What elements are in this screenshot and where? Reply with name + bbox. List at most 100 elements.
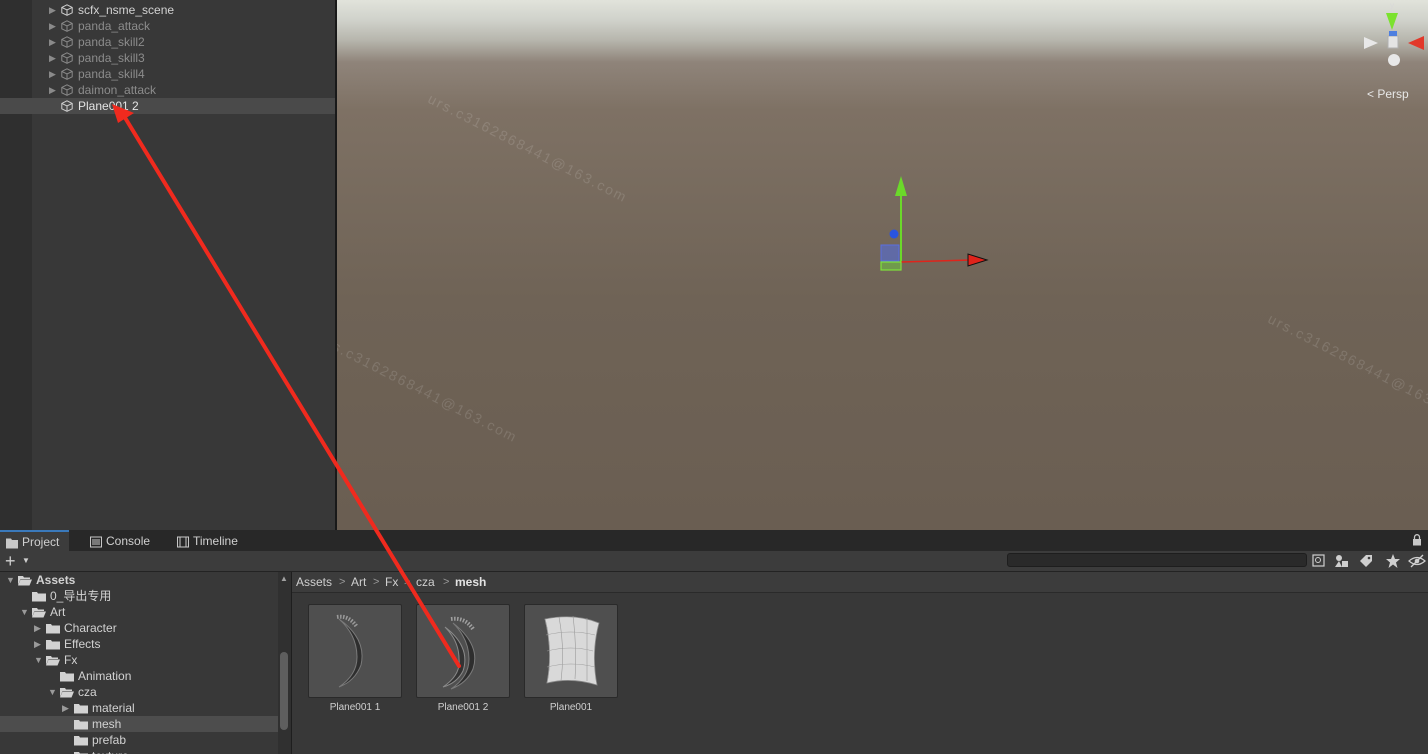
x-axis-arrow[interactable] [967, 253, 989, 267]
tree-item-label: texture [92, 748, 129, 754]
search-by-type-icon[interactable] [1310, 553, 1328, 569]
asset-thumbnail[interactable] [308, 604, 402, 698]
folder-icon [46, 624, 60, 634]
expand-arrow-icon[interactable]: ▶ [49, 50, 56, 66]
gizmo-neg-y-cone[interactable] [1388, 54, 1400, 66]
breadcrumb-item[interactable]: mesh [455, 572, 486, 592]
add-asset-button[interactable]: + [5, 552, 16, 570]
bottom-tab-bar: Project Console Timeline [0, 530, 1428, 553]
gizmo-y-label: y [1390, 1, 1394, 10]
console-icon [90, 536, 102, 547]
folder-tree: ▼ Assets 0_导出专用 ▼ Art ▶ Character ▶ Effects ▼ Fx An… [0, 572, 278, 754]
expand-arrow-icon[interactable]: ▶ [49, 2, 56, 18]
tree-item[interactable]: 0_导出专用 [0, 588, 278, 604]
tree-item[interactable]: mesh [0, 716, 278, 732]
folder-open-icon [32, 608, 46, 618]
plane-handle-xy[interactable] [880, 261, 902, 271]
hierarchy-item[interactable]: ▶ scfx_nsme_scene [0, 2, 335, 18]
hierarchy-item[interactable]: Plane001 2 [0, 98, 335, 114]
tree-item[interactable]: ▶ Effects [0, 636, 278, 652]
breadcrumb-item[interactable]: Art [351, 572, 366, 592]
expand-arrow-icon[interactable]: ▶ [49, 34, 56, 50]
breadcrumb-item[interactable]: Assets [296, 572, 332, 592]
projection-toggle[interactable]: < Persp [1367, 87, 1409, 101]
hierarchy-item[interactable]: ▶ panda_skill4 [0, 66, 335, 82]
tree-item-label: material [92, 701, 135, 715]
mesh-preview-icon [336, 614, 363, 688]
folder-icon [32, 592, 46, 602]
gizmo-y-cone[interactable] [1386, 13, 1398, 30]
orientation-gizmo-icon[interactable]: y [1362, 0, 1428, 70]
mesh-preview-icon [442, 616, 476, 690]
y-axis-arrow[interactable] [895, 176, 907, 196]
tree-item[interactable]: ▼ Fx [0, 652, 278, 668]
hierarchy-item[interactable]: ▶ panda_skill3 [0, 50, 335, 66]
scrollbar-thumb[interactable] [280, 652, 288, 730]
asset-name: Plane001 [549, 702, 593, 713]
collapsed-arrow-icon[interactable]: ▶ [62, 700, 69, 716]
hierarchy-item[interactable]: ▶ panda_skill2 [0, 34, 335, 50]
plane-handle-xz[interactable] [880, 244, 900, 262]
expand-arrow-icon[interactable]: ▶ [49, 18, 56, 34]
hierarchy-item-label: panda_skill3 [78, 51, 145, 65]
asset-thumbnail[interactable] [524, 604, 618, 698]
gizmo-center-cube[interactable] [1387, 35, 1399, 49]
tree-item[interactable]: ▼ Art [0, 604, 278, 620]
tree-item[interactable]: texture [0, 748, 278, 754]
gizmo-x-cone[interactable] [1408, 36, 1424, 50]
breadcrumb: Assets > Art > Fx > cza > mesh [292, 572, 1428, 593]
tab-console[interactable]: Console [84, 532, 160, 551]
asset-thumbnail[interactable] [416, 604, 510, 698]
panel-divider[interactable] [291, 572, 292, 754]
chevron-right-icon: > [339, 576, 346, 588]
tree-item[interactable]: Animation [0, 668, 278, 684]
lock-icon[interactable] [1412, 534, 1422, 546]
transform-gizmo[interactable] [867, 170, 997, 280]
expanded-arrow-icon[interactable]: ▼ [20, 604, 29, 620]
tab-label: Project [22, 535, 60, 549]
tree-item[interactable]: prefab [0, 732, 278, 748]
collapsed-arrow-icon[interactable]: ▶ [34, 636, 41, 652]
expanded-arrow-icon[interactable]: ▼ [48, 684, 57, 700]
tree-item-label: Assets [36, 573, 76, 587]
expanded-arrow-icon[interactable]: ▼ [6, 572, 15, 588]
chevron-down-icon[interactable]: ▼ [22, 556, 30, 565]
hidden-packages-eye-icon[interactable] [1408, 553, 1426, 569]
folder-icon [46, 640, 60, 650]
tree-item-label: 0_导出专用 [50, 589, 112, 603]
hierarchy-item[interactable]: ▶ daimon_attack [0, 82, 335, 98]
hierarchy-item-label: panda_attack [78, 19, 151, 33]
tab-project[interactable]: Project [0, 530, 70, 553]
mesh-preview-icon [544, 615, 600, 686]
z-axis-handle[interactable] [889, 229, 899, 239]
favorites-star-icon[interactable] [1384, 553, 1402, 569]
asset-name: Plane001 1 [329, 702, 381, 713]
filter-by-label-icon[interactable] [1357, 553, 1375, 569]
gameobject-cube-icon [61, 4, 73, 16]
folder-icon [60, 672, 74, 682]
breadcrumb-item[interactable]: cza [416, 572, 435, 592]
tree-item-label: prefab [92, 733, 127, 747]
tree-item[interactable]: ▶ material [0, 700, 278, 716]
folder-icon [74, 736, 88, 746]
hierarchy-item-label: panda_skill2 [78, 35, 145, 49]
tree-scrollbar[interactable]: ▲ [278, 572, 291, 754]
collapsed-arrow-icon[interactable]: ▶ [34, 620, 41, 636]
folder-icon [74, 720, 88, 730]
folder-icon [6, 538, 18, 548]
gizmo-neg-x-cone[interactable] [1364, 37, 1378, 49]
expanded-arrow-icon[interactable]: ▼ [34, 652, 43, 668]
search-input[interactable] [1007, 553, 1307, 567]
filter-by-type-icon[interactable] [1333, 553, 1351, 569]
scene-view[interactable]: urs.c3162868441@163.com urs.c3162868441@… [337, 0, 1428, 530]
tree-item[interactable]: ▼ Assets [0, 572, 278, 588]
tree-item[interactable]: ▼ cza [0, 684, 278, 700]
expand-arrow-icon[interactable]: ▶ [49, 66, 56, 82]
scroll-up-icon[interactable]: ▲ [280, 574, 288, 583]
expand-arrow-icon[interactable]: ▶ [49, 82, 56, 98]
tab-timeline[interactable]: Timeline [171, 532, 248, 551]
project-panel: Project Console Timeline + ▼ 🔍 ▼ Assets 0_… [0, 530, 1428, 754]
hierarchy-item[interactable]: ▶ panda_attack [0, 18, 335, 34]
breadcrumb-item[interactable]: Fx [385, 572, 398, 592]
tree-item[interactable]: ▶ Character [0, 620, 278, 636]
